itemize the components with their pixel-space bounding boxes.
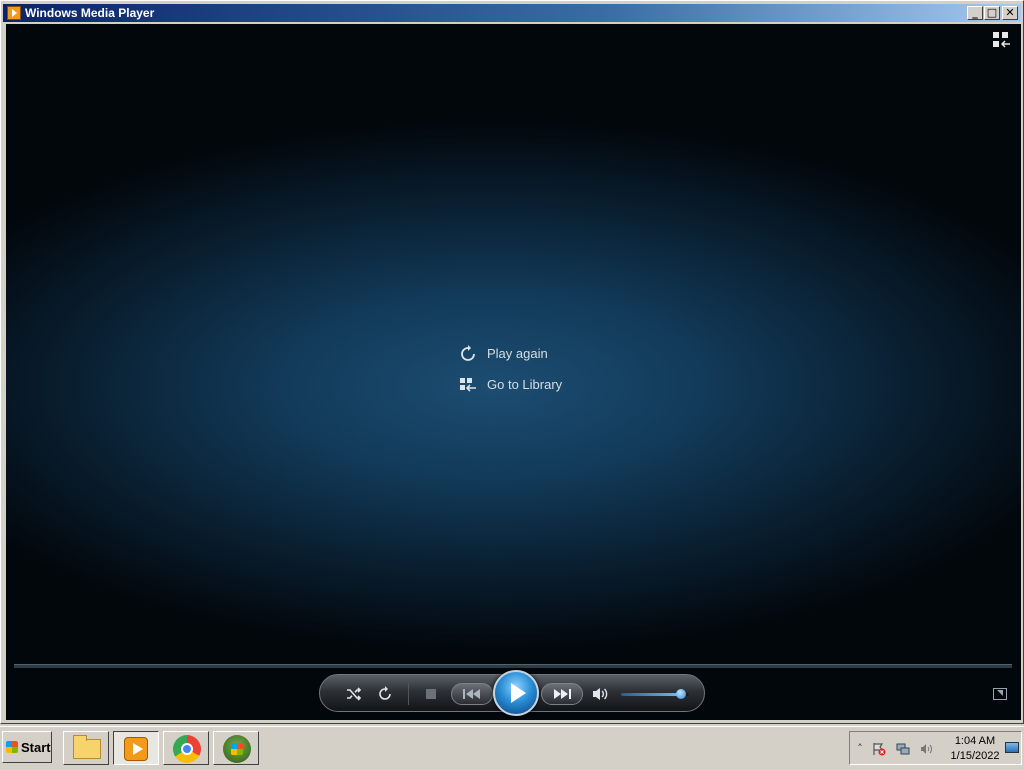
media-player-window: Windows Media Player _ □ ✕ Play again Go… <box>0 0 1024 724</box>
windows-orb-icon <box>223 735 251 763</box>
clock-time: 1:04 AM <box>954 735 996 747</box>
playback-controls <box>319 670 705 716</box>
taskbar-windows-media-player[interactable] <box>113 731 159 765</box>
show-hidden-icons-icon[interactable]: ˄ <box>853 742 867 756</box>
taskbar-google-chrome[interactable] <box>163 731 209 765</box>
play-again-label: Play again <box>487 346 548 361</box>
media-player-app-icon <box>7 6 21 20</box>
maximize-button[interactable]: □ <box>984 6 1000 20</box>
system-tray: ˄ 1:04 AM 1/15/2022 <box>849 731 1022 765</box>
media-player-icon <box>124 737 148 761</box>
separator <box>408 683 409 705</box>
now-playing-area: Play again Go to Library <box>6 24 1021 720</box>
folder-icon <box>73 735 101 759</box>
network-icon[interactable] <box>896 742 910 756</box>
action-center-flag-icon[interactable] <box>872 742 886 756</box>
switch-to-compact-mode-icon[interactable] <box>993 688 1007 700</box>
play-button[interactable] <box>493 670 539 716</box>
repeat-icon[interactable] <box>375 683 395 705</box>
library-icon <box>459 376 477 394</box>
stop-icon[interactable] <box>421 683 441 705</box>
seek-bar[interactable] <box>14 664 1012 668</box>
shuffle-icon[interactable] <box>344 683 364 705</box>
taskbar: Start ˄ 1:04 AM 1/15/2022 <box>0 726 1024 769</box>
volume-icon[interactable] <box>920 742 934 756</box>
minimize-button[interactable]: _ <box>967 6 983 20</box>
next-button[interactable] <box>541 683 583 705</box>
volume-level <box>621 693 681 696</box>
clock[interactable]: 1:04 AM 1/15/2022 <box>945 734 1005 764</box>
volume-slider[interactable] <box>621 689 689 699</box>
replay-icon <box>459 345 477 363</box>
start-button[interactable]: Start <box>2 731 52 763</box>
windows-logo-icon <box>6 741 18 753</box>
close-button[interactable]: ✕ <box>1002 6 1018 20</box>
previous-button[interactable] <box>451 683 493 705</box>
show-desktop-icon[interactable] <box>1005 742 1019 753</box>
title-bar[interactable]: Windows Media Player _ □ ✕ <box>3 4 1021 22</box>
mute-icon[interactable] <box>590 683 612 705</box>
switch-to-library-icon[interactable] <box>993 32 1011 48</box>
window-title: Windows Media Player <box>25 6 155 20</box>
taskbar-file-explorer[interactable] <box>63 731 109 765</box>
taskbar-windows[interactable] <box>213 731 259 765</box>
volume-thumb[interactable] <box>675 689 686 699</box>
chrome-icon <box>173 735 201 763</box>
start-label: Start <box>21 740 51 755</box>
clock-date: 1/15/2022 <box>950 750 1000 762</box>
go-to-library-label: Go to Library <box>487 377 563 392</box>
